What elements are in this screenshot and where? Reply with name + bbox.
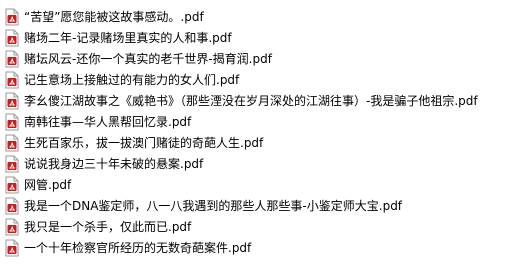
file-item[interactable]: 赌场二年-记录赌场里真实的人和事.pdf [0, 27, 526, 48]
file-name: 一个十年检察官所经历的无数奇葩案件.pdf [24, 240, 252, 255]
pdf-file-icon [4, 176, 20, 194]
file-item[interactable]: 我只是一个杀手，仅此而已.pdf [0, 216, 526, 237]
pdf-file-icon [4, 8, 20, 26]
pdf-file-icon [4, 29, 20, 47]
file-name: 我只是一个杀手，仅此而已.pdf [24, 219, 192, 234]
pdf-file-icon [4, 239, 20, 257]
file-item[interactable]: 一个十年检察官所经历的无数奇葩案件.pdf [0, 237, 526, 258]
file-item[interactable]: “苦望”愿您能被这故事感动。.pdf [0, 6, 526, 27]
pdf-file-icon [4, 155, 20, 173]
pdf-file-icon [4, 197, 20, 215]
file-item[interactable]: 南韩往事—华人黑帮回忆录.pdf [0, 111, 526, 132]
pdf-file-icon [4, 113, 20, 131]
file-item[interactable]: 说说我身边三十年未破的悬案.pdf [0, 153, 526, 174]
file-name: 生死百家乐，拔一拔澳门赌徒的奇葩人生.pdf [24, 135, 264, 150]
file-list: “苦望”愿您能被这故事感动。.pdf 赌场二年-记录赌场里真实的人和事.pdf 赌坛… [0, 0, 526, 266]
pdf-file-icon [4, 50, 20, 68]
file-name: 南韩往事—华人黑帮回忆录.pdf [24, 114, 192, 129]
file-item[interactable]: 李幺傻江湖故事之《威艳书》（那些湮没在岁月深处的江湖往事）-我是骗子他祖宗.pd… [0, 90, 526, 111]
pdf-file-icon [4, 92, 20, 110]
file-item[interactable]: 生死百家乐，拔一拔澳门赌徒的奇葩人生.pdf [0, 132, 526, 153]
file-name: 赌坛风云-还你一个真实的老千世界-揭育润.pdf [24, 51, 272, 66]
pdf-file-icon [4, 134, 20, 152]
file-item[interactable]: 我是一个DNA鉴定师，八一八我遇到的那些人那些事-小鉴定师大宝.pdf [0, 195, 526, 216]
file-name: “苦望”愿您能被这故事感动。.pdf [24, 9, 204, 24]
file-name: 说说我身边三十年未破的悬案.pdf [24, 156, 204, 171]
file-item[interactable]: 赌坛风云-还你一个真实的老千世界-揭育润.pdf [0, 48, 526, 69]
pdf-file-icon [4, 218, 20, 236]
file-name: 赌场二年-记录赌场里真实的人和事.pdf [24, 30, 232, 45]
file-name: 记生意场上接触过的有能力的女人们.pdf [24, 72, 240, 87]
file-item[interactable]: 记生意场上接触过的有能力的女人们.pdf [0, 69, 526, 90]
file-name: 李幺傻江湖故事之《威艳书》（那些湮没在岁月深处的江湖往事）-我是骗子他祖宗.pd… [24, 93, 478, 108]
pdf-file-icon [4, 71, 20, 89]
file-name: 网管.pdf [24, 177, 72, 192]
file-name: 我是一个DNA鉴定师，八一八我遇到的那些人那些事-小鉴定师大宝.pdf [24, 198, 403, 213]
file-item[interactable]: 网管.pdf [0, 174, 526, 195]
